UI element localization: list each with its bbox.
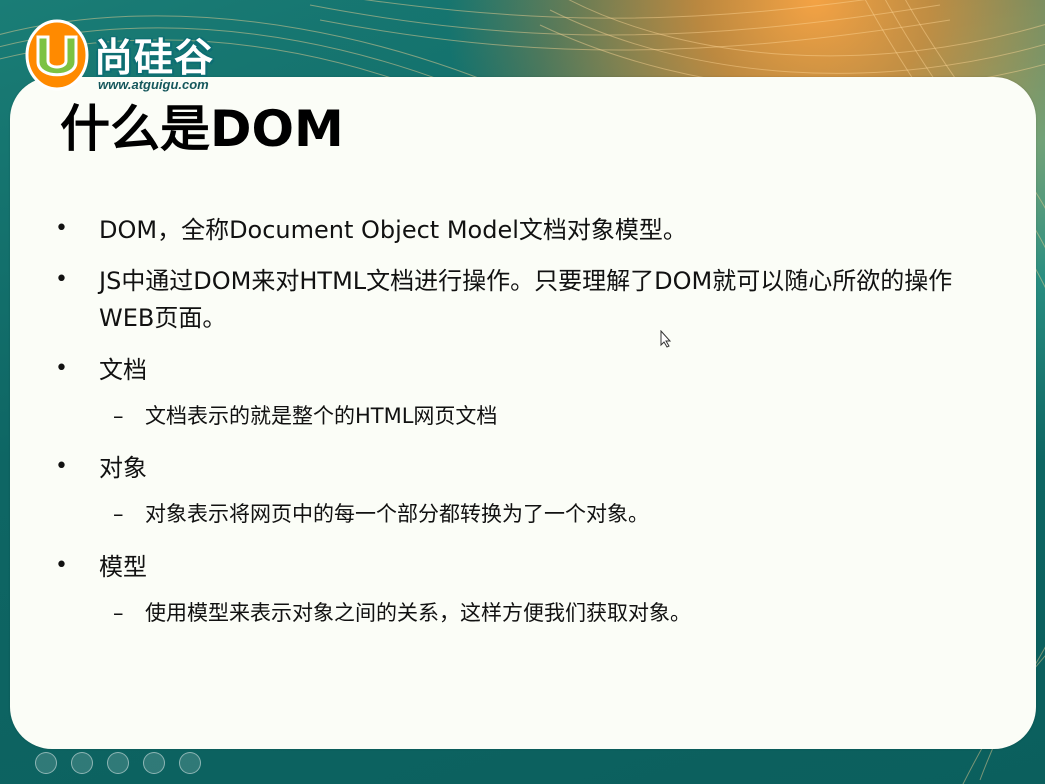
sub-bullet-marker: – bbox=[113, 403, 124, 428]
brand-logo: 尚硅谷 www.atguigu.com bbox=[24, 17, 264, 107]
logo-u-icon bbox=[25, 19, 89, 91]
bullet-marker: • bbox=[55, 454, 68, 480]
bullet-text: 模型 bbox=[99, 552, 147, 581]
bullet-marker: • bbox=[55, 552, 68, 578]
sub-bullet-text: 文档表示的就是整个的HTML网页文档 bbox=[145, 403, 498, 428]
sub-bullet-marker: – bbox=[113, 502, 124, 527]
slide-title: 什么是DOM bbox=[60, 100, 344, 158]
bullet-text: 文档 bbox=[99, 355, 147, 384]
sub-bullet-text: 使用模型来表示对象之间的关系，这样方便我们获取对象。 bbox=[145, 601, 691, 626]
menu-icon[interactable] bbox=[107, 752, 129, 774]
sub-bullet-marker: – bbox=[113, 601, 124, 626]
zoom-icon[interactable] bbox=[179, 752, 201, 774]
slide-content: • DOM，全称Document Object Model文档对象模型。 • J… bbox=[55, 212, 985, 648]
next-slide-icon[interactable] bbox=[71, 752, 93, 774]
pen-icon[interactable] bbox=[143, 752, 165, 774]
bullet-marker: • bbox=[55, 267, 68, 293]
bullet-marker: • bbox=[55, 355, 68, 381]
bullet-item: • 模型 bbox=[55, 549, 985, 586]
sub-bullet-text: 对象表示将网页中的每一个部分都转换为了一个对象。 bbox=[145, 502, 649, 527]
bullet-item: • 文档 bbox=[55, 352, 985, 389]
sub-bullet-item: – 使用模型来表示对象之间的关系，这样方便我们获取对象。 bbox=[55, 598, 985, 630]
bullet-text: 对象 bbox=[99, 454, 147, 483]
bullet-item: • DOM，全称Document Object Model文档对象模型。 bbox=[55, 212, 985, 249]
bullet-text: DOM，全称Document Object Model文档对象模型。 bbox=[99, 216, 687, 244]
slide-nav-controls[interactable] bbox=[35, 752, 201, 774]
arrow-cursor-icon bbox=[660, 330, 672, 348]
bullet-marker: • bbox=[55, 216, 68, 241]
bullet-item: • 对象 bbox=[55, 450, 985, 487]
previous-slide-icon[interactable] bbox=[35, 752, 57, 774]
logo-name: 尚硅谷 bbox=[94, 36, 215, 81]
sub-bullet-item: – 文档表示的就是整个的HTML网页文档 bbox=[55, 401, 985, 433]
bullet-item: • JS中通过DOM来对HTML文档进行操作。只要理解了DOM就可以随心所欲的操… bbox=[55, 263, 985, 337]
sub-bullet-item: – 对象表示将网页中的每一个部分都转换为了一个对象。 bbox=[55, 499, 985, 531]
bullet-text: JS中通过DOM来对HTML文档进行操作。只要理解了DOM就可以随心所欲的操作W… bbox=[99, 267, 953, 333]
logo-url: www.atguigu.com bbox=[98, 77, 209, 92]
